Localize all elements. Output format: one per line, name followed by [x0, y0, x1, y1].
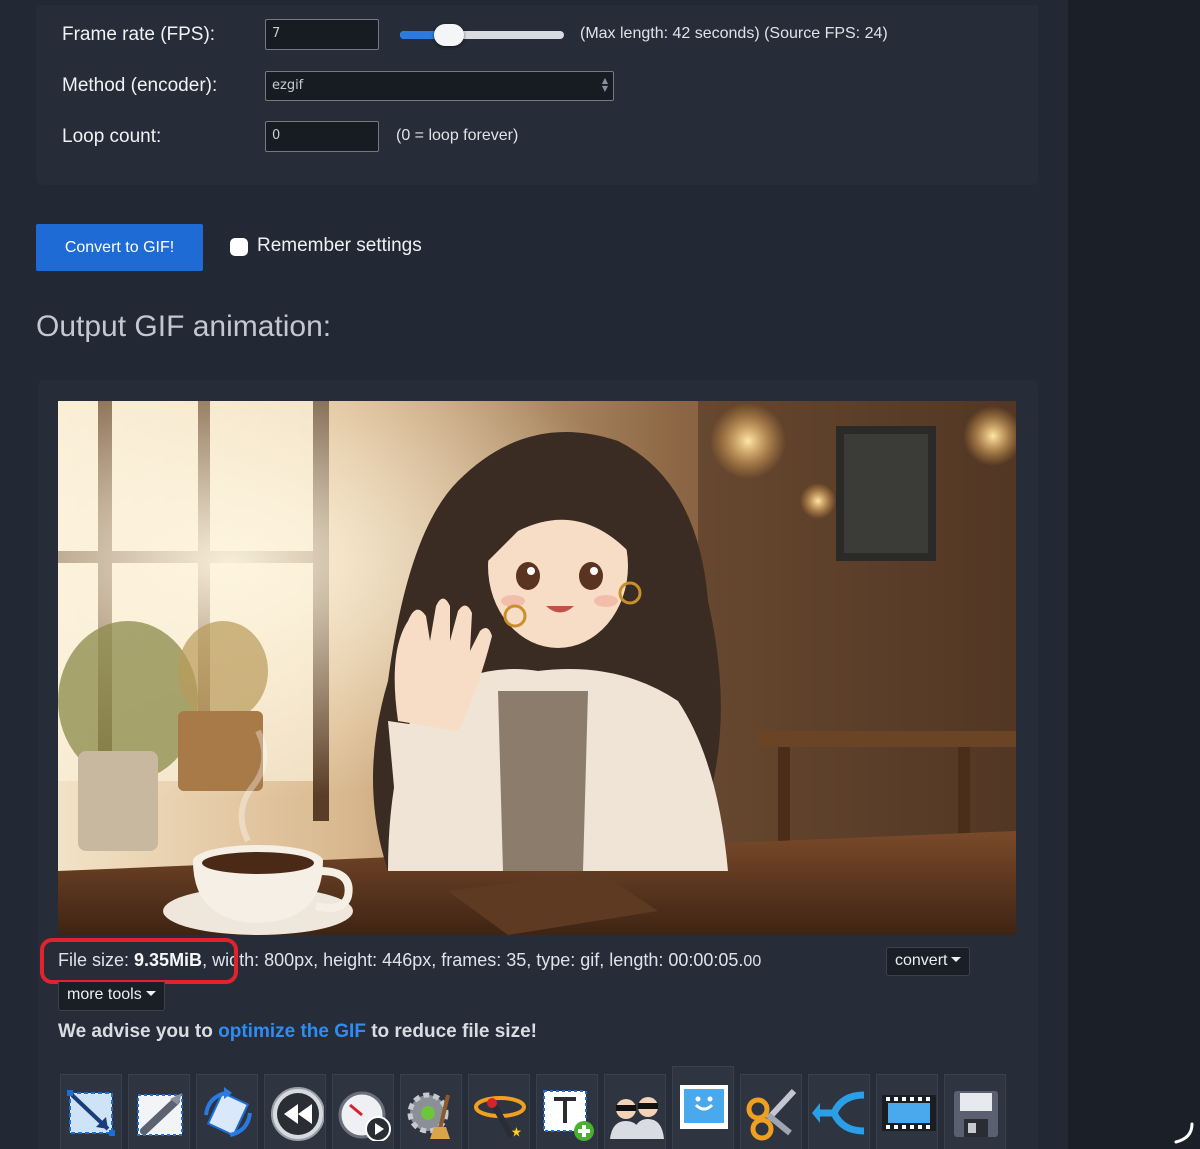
tool-filmstrip[interactable]: [876, 1074, 938, 1149]
loop-count-input[interactable]: 0: [265, 121, 379, 152]
remember-settings-checkbox[interactable]: [230, 238, 248, 256]
select-arrows-icon: ▲ ▼: [601, 76, 608, 93]
tool-add-text[interactable]: [536, 1074, 598, 1149]
fps-input[interactable]: 7: [265, 19, 379, 50]
loading-spinner-icon: [1174, 1122, 1194, 1144]
gif-illustration: [58, 401, 1016, 935]
output-title: Output GIF animation:: [36, 310, 332, 343]
fps-hint: (Max length: 42 seconds) (Source FPS: 24…: [580, 25, 888, 42]
remember-settings-label[interactable]: Remember settings: [257, 235, 422, 257]
crop-icon: [67, 1090, 115, 1136]
split-icon: [812, 1091, 865, 1135]
loop-hint: (0 = loop forever): [396, 127, 519, 144]
tool-resize[interactable]: [128, 1074, 190, 1149]
method-selected-value: ezgif: [272, 78, 304, 93]
speed-icon: [338, 1091, 391, 1141]
output-gif-image: [58, 401, 1016, 935]
fps-label: Frame rate (FPS):: [62, 24, 216, 45]
optimize-advice: We advise you to optimize the GIF to red…: [58, 1021, 537, 1043]
reverse-icon: [271, 1087, 324, 1141]
file-details: , width: 800px, height: 446px, frames: 3…: [202, 950, 744, 970]
convert-to-gif-button[interactable]: Convert to GIF!: [36, 224, 203, 271]
advice-prefix: We advise you to: [58, 1021, 219, 1042]
tool-effects[interactable]: [468, 1074, 530, 1149]
tool-save[interactable]: [944, 1074, 1006, 1149]
caret-down-icon: [951, 956, 962, 962]
more-tools-dropdown[interactable]: more tools: [58, 982, 165, 1011]
file-size-highlight: [40, 938, 238, 984]
tool-reverse[interactable]: [264, 1074, 326, 1149]
add-text-icon: [543, 1090, 594, 1141]
tool-censor[interactable]: [604, 1074, 666, 1149]
optimize-gif-link[interactable]: optimize the GIF: [218, 1021, 366, 1042]
tool-optimize[interactable]: [400, 1074, 462, 1149]
cut-icon: [746, 1088, 797, 1141]
tool-split[interactable]: [808, 1074, 870, 1149]
tool-speed[interactable]: [332, 1074, 394, 1149]
caret-down-icon: [145, 990, 156, 996]
resize-icon: [137, 1093, 183, 1136]
loop-label: Loop count:: [62, 126, 162, 147]
rotate-icon: [204, 1087, 252, 1137]
more-tools-label: more tools: [67, 986, 142, 1003]
optimize-icon: [407, 1092, 450, 1139]
tool-rotate[interactable]: [196, 1074, 258, 1149]
method-select[interactable]: ezgif ▲ ▼: [265, 71, 614, 101]
filmstrip-icon: [882, 1095, 936, 1131]
frames-icon: [680, 1085, 728, 1129]
file-details-ms: 00: [743, 953, 762, 970]
advice-suffix: to reduce file size!: [365, 1021, 537, 1042]
convert-dropdown[interactable]: convert: [886, 947, 971, 976]
save-icon: [954, 1091, 998, 1137]
tool-cut[interactable]: [740, 1074, 802, 1149]
fps-slider[interactable]: [400, 31, 564, 39]
effects-icon: [474, 1096, 526, 1139]
fps-slider-thumb[interactable]: [434, 24, 465, 46]
right-margin: [1068, 0, 1200, 1149]
censor-icon: [610, 1097, 664, 1139]
method-label: Method (encoder):: [62, 75, 218, 96]
tool-crop[interactable]: [60, 1074, 122, 1149]
convert-dropdown-label: convert: [895, 952, 948, 969]
tool-frames[interactable]: [672, 1066, 734, 1149]
